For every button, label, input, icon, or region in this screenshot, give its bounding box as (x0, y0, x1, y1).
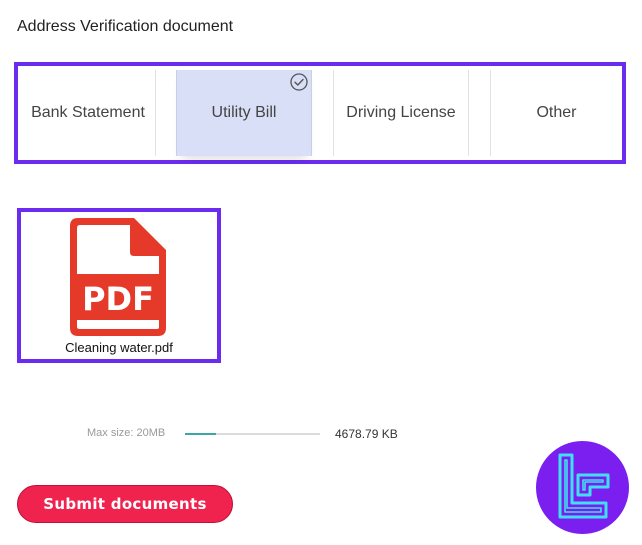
doc-type-label: Other (536, 104, 577, 121)
doc-type-other[interactable]: Other (491, 70, 622, 156)
submit-documents-button[interactable]: Submit documents (17, 485, 233, 523)
doc-type-driving-license[interactable]: Driving License (334, 70, 468, 156)
divider (155, 70, 156, 156)
brand-logo-icon (536, 441, 629, 534)
pdf-icon-label: PDF (82, 280, 154, 318)
doc-type-bank-statement[interactable]: Bank Statement (22, 70, 154, 156)
max-size-label: Max size: 20MB (87, 427, 166, 439)
pdf-file-icon: PDF (70, 218, 166, 336)
document-type-selector: Bank Statement Utility Bill Driving Lice… (14, 62, 626, 164)
doc-type-label: Bank Statement (31, 104, 145, 121)
doc-type-label: Utility Bill (211, 104, 277, 121)
doc-type-utility-bill[interactable]: Utility Bill (176, 70, 312, 156)
page-title: Address Verification document (17, 18, 234, 35)
divider (468, 70, 469, 156)
doc-type-label: Driving License (346, 104, 456, 121)
check-circle-icon (290, 73, 308, 91)
upload-progress-fill (185, 433, 217, 435)
file-size-label: 4678.79 KB (335, 427, 398, 441)
uploaded-file-preview[interactable]: PDF Cleaning water.pdf (17, 208, 221, 363)
upload-progress-bar (185, 433, 320, 435)
file-name: Cleaning water.pdf (65, 340, 173, 355)
